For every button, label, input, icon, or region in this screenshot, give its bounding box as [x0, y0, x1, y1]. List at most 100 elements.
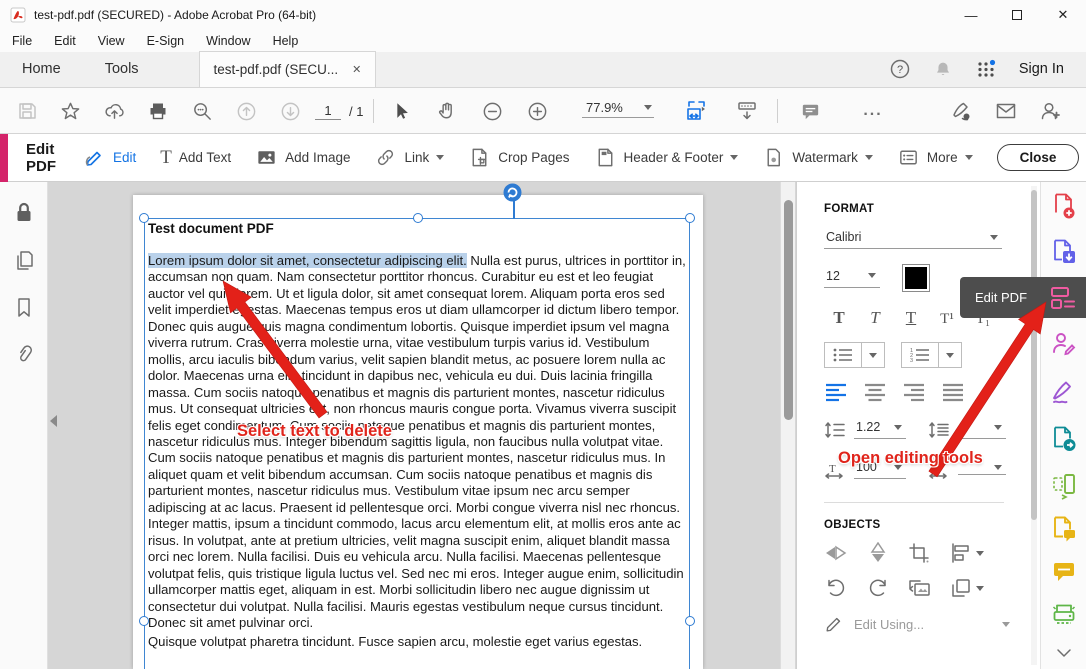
superscript-button[interactable]: T¹ — [932, 311, 962, 328]
collapse-left-panel-icon[interactable] — [50, 415, 57, 427]
zoom-level-select[interactable]: 77.9% — [582, 100, 654, 118]
comment-tool-icon[interactable] — [1051, 558, 1077, 586]
align-center-button[interactable] — [863, 382, 887, 402]
menu-view[interactable]: View — [98, 34, 125, 48]
request-signatures-icon[interactable] — [1051, 330, 1077, 358]
numbered-list-dropdown[interactable] — [938, 343, 961, 367]
zoom-out-icon[interactable] — [477, 96, 507, 126]
document-scrollbar[interactable] — [780, 182, 795, 669]
help-icon[interactable]: ? — [889, 58, 911, 80]
fill-and-sign-icon[interactable] — [1051, 378, 1077, 406]
select-tool-icon[interactable] — [386, 96, 416, 126]
security-lock-icon[interactable] — [12, 200, 36, 226]
fill-sign-pen-icon[interactable] — [946, 96, 976, 126]
edit-pdf-tool-icon[interactable] — [1049, 285, 1077, 311]
organize-pages-icon[interactable] — [1051, 472, 1077, 500]
edit-tool-button[interactable]: Edit — [82, 146, 136, 170]
toolbar-customize-icon[interactable] — [732, 96, 762, 126]
italic-button[interactable]: T — [860, 308, 890, 328]
numbered-list-button[interactable]: 123 — [902, 343, 938, 367]
create-pdf-icon[interactable] — [1051, 192, 1077, 220]
panel-scrollbar[interactable] — [1031, 186, 1037, 665]
rotate-ccw-button[interactable] — [824, 577, 848, 599]
hand-tool-icon[interactable] — [431, 96, 461, 126]
toolbar-separator — [777, 99, 778, 123]
font-size-select[interactable]: 12 — [824, 269, 880, 288]
account-add-icon[interactable] — [1035, 96, 1065, 126]
caret-down-icon — [965, 155, 973, 160]
tab-tools[interactable]: Tools — [83, 51, 161, 87]
arrange-objects-button[interactable] — [950, 577, 984, 599]
flip-vertical-button[interactable] — [866, 542, 890, 564]
more-button[interactable]: More — [897, 146, 973, 169]
tab-document[interactable]: test-pdf.pdf (SECU... ✕ — [199, 51, 377, 87]
font-color-swatch[interactable] — [902, 264, 930, 292]
previous-page-icon[interactable] — [231, 96, 261, 126]
notifications-bell-icon[interactable] — [933, 59, 953, 79]
share-cloud-icon[interactable] — [99, 96, 129, 126]
panel-scrollbar-thumb[interactable] — [1031, 190, 1037, 520]
menu-esign[interactable]: E-Sign — [147, 34, 185, 48]
maximize-button[interactable] — [994, 0, 1040, 30]
close-edit-button[interactable]: Close — [997, 144, 1080, 171]
export-pdf-icon[interactable] — [1051, 238, 1077, 266]
underline-button[interactable]: T — [896, 308, 926, 328]
header-footer-button[interactable]: Header & Footer — [594, 146, 739, 169]
font-family-select[interactable]: Calibri — [824, 230, 1002, 249]
add-image-button[interactable]: Add Image — [255, 146, 350, 169]
search-icon[interactable] — [187, 96, 217, 126]
more-tools-icon[interactable]: ... — [858, 96, 888, 126]
close-window-button[interactable]: ✕ — [1040, 0, 1086, 30]
email-icon[interactable] — [991, 96, 1021, 126]
add-text-button[interactable]: T Add Text — [160, 148, 231, 167]
apps-grid-icon[interactable] — [975, 58, 997, 80]
star-icon[interactable] — [55, 96, 85, 126]
link-label: Link — [404, 150, 429, 165]
scrollbar-thumb[interactable] — [784, 200, 793, 420]
bookmarks-icon[interactable] — [12, 295, 36, 321]
menu-help[interactable]: Help — [273, 34, 299, 48]
strip-expand-chevron-icon[interactable] — [1054, 646, 1074, 660]
align-objects-button[interactable] — [950, 542, 984, 564]
document-body-text[interactable]: Lorem ipsum dolor sit amet, consectetur … — [148, 253, 688, 651]
menu-edit[interactable]: Edit — [54, 34, 76, 48]
rotate-cw-button[interactable] — [866, 577, 890, 599]
fit-width-icon[interactable] — [676, 96, 716, 126]
comment-icon[interactable] — [795, 96, 825, 126]
edit-using-button[interactable]: Edit Using... — [824, 614, 1010, 634]
align-left-button[interactable] — [824, 382, 848, 402]
menu-file[interactable]: File — [12, 34, 32, 48]
edit-pdf-tooltip[interactable]: Edit PDF — [960, 277, 1086, 318]
next-page-icon[interactable] — [275, 96, 305, 126]
align-justify-button[interactable] — [941, 382, 965, 402]
bulleted-list-button[interactable] — [825, 343, 861, 367]
crop-object-button[interactable] — [908, 542, 932, 564]
line-spacing-select[interactable]: 1.22 — [854, 420, 906, 439]
link-button[interactable]: Link — [374, 146, 444, 169]
pdf-page[interactable]: Test document PDF Lorem ipsum dolor sit … — [133, 195, 703, 669]
crop-pages-button[interactable]: Crop Pages — [468, 146, 569, 169]
tab-close-icon[interactable]: ✕ — [352, 63, 361, 76]
print-icon[interactable] — [143, 96, 173, 126]
caret-down-icon — [730, 155, 738, 160]
replace-image-button[interactable] — [908, 577, 932, 599]
flip-horizontal-button[interactable] — [824, 542, 848, 564]
send-for-review-icon[interactable] — [1051, 425, 1077, 453]
scan-ocr-icon[interactable] — [1051, 602, 1077, 630]
tab-home[interactable]: Home — [0, 51, 83, 87]
page-thumbnails-icon[interactable] — [12, 248, 36, 274]
bulleted-list-dropdown[interactable] — [861, 343, 884, 367]
align-right-button[interactable] — [902, 382, 926, 402]
bold-button[interactable]: T — [824, 308, 854, 328]
menu-window[interactable]: Window — [206, 34, 250, 48]
sign-in-button[interactable]: Sign In — [1019, 61, 1064, 77]
page-number-input[interactable]: 1 — [315, 103, 341, 120]
save-icon[interactable] — [12, 96, 42, 126]
zoom-in-icon[interactable] — [522, 96, 552, 126]
request-comments-icon[interactable] — [1051, 515, 1077, 543]
watermark-button[interactable]: Watermark — [762, 146, 873, 169]
attachments-paperclip-icon[interactable] — [12, 341, 36, 367]
selected-text-highlight[interactable]: Lorem ipsum dolor sit amet, consectetur … — [148, 253, 467, 268]
paragraph-spacing-select[interactable]: 0 — [958, 420, 1006, 439]
minimize-button[interactable]: — — [948, 0, 994, 30]
